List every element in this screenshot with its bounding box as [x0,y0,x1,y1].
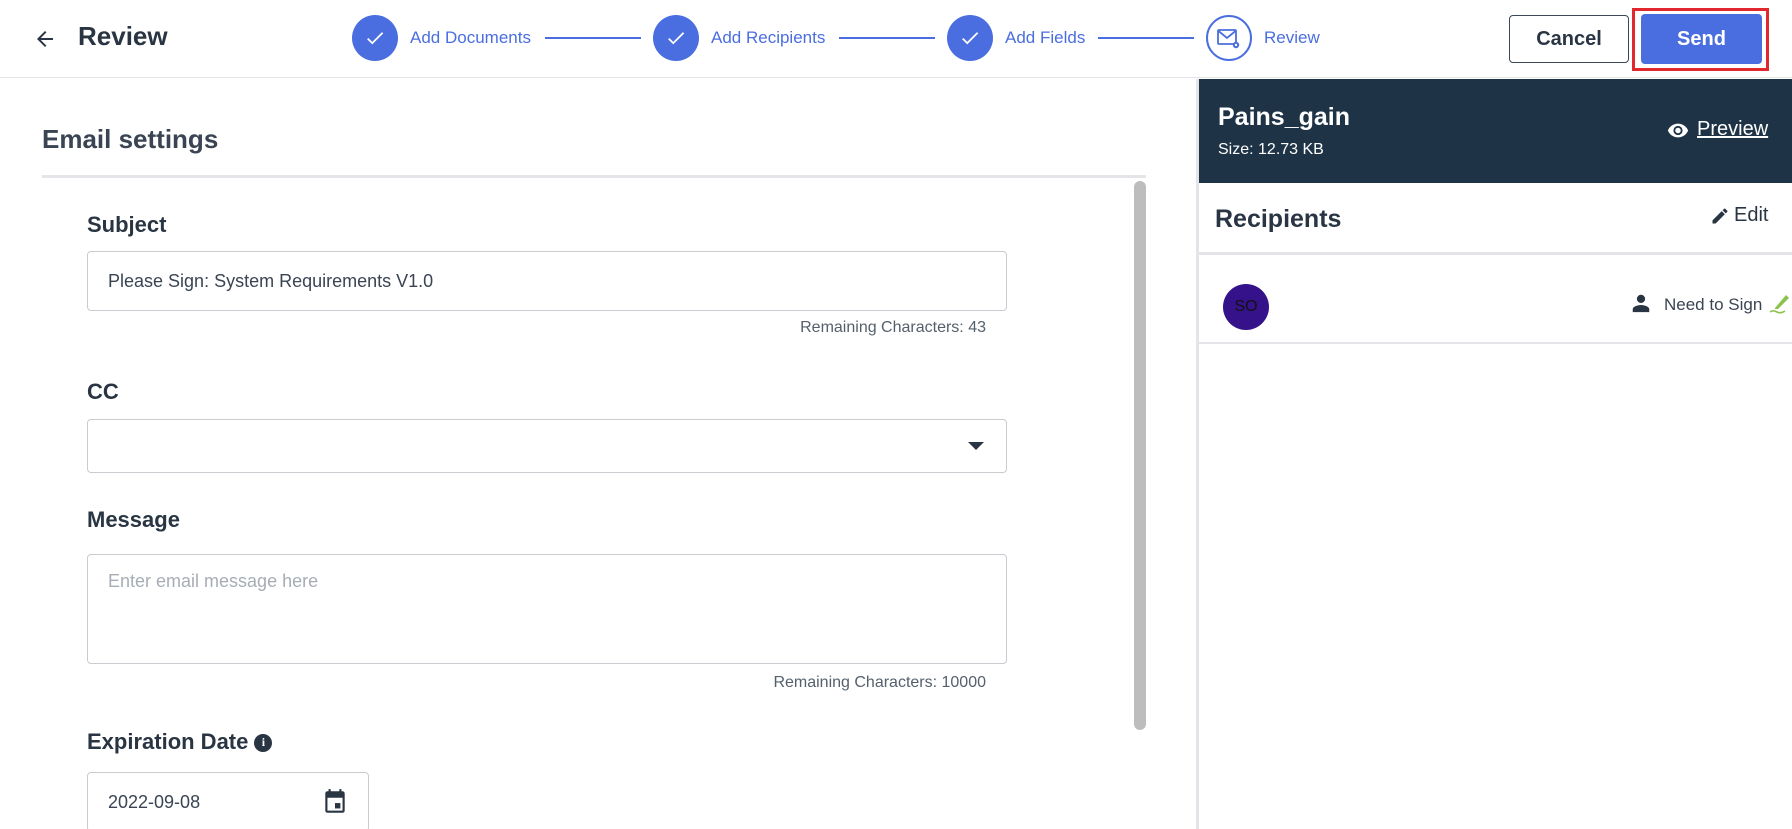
recipients-title: Recipients [1215,205,1342,233]
document-size: Size: 12.73 KB [1218,141,1324,158]
expiration-date-value: 2022-09-08 [108,791,201,812]
step-add-recipients[interactable]: Add Recipients [653,15,825,61]
message-label: Message [87,507,180,532]
preview-label: Preview [1697,118,1769,140]
divider [1199,252,1792,255]
cc-select[interactable] [87,419,1007,473]
check-icon [352,15,398,61]
step-label: Add Documents [410,28,531,47]
arrow-left-icon [37,31,53,47]
message-remaining-chars: Remaining Characters: 10000 [773,674,986,691]
check-icon [947,15,993,61]
pencil-icon [1712,207,1728,223]
step-review[interactable]: Review [1206,15,1320,61]
expiration-label: Expiration Date i [87,729,273,755]
expiration-date-input[interactable]: 2022-09-08 [87,772,369,829]
edit-recipients-button[interactable]: Edit [1710,204,1768,227]
preview-link[interactable]: Preview [1667,118,1768,141]
step-add-documents[interactable]: Add Documents [352,15,531,61]
signature-pen-icon [1769,295,1789,314]
step-add-fields[interactable]: Add Fields [947,15,1085,61]
subject-label: Subject [87,212,167,237]
page-title: Review [78,21,168,51]
cc-label: CC [87,379,119,404]
email-settings-title: Email settings [42,124,219,154]
subject-remaining-chars: Remaining Characters: 43 [800,319,986,336]
info-icon[interactable]: i [254,733,273,752]
document-header: Pains_gain Size: 12.73 KB Preview [1199,79,1792,183]
person-icon [1632,294,1650,313]
avatar: SO [1223,284,1269,330]
scrollbar[interactable] [1134,181,1146,730]
expiration-label-text: Expiration Date [87,729,249,754]
stepper-connector [1098,37,1194,39]
check-icon [653,15,699,61]
subject-input[interactable] [87,251,1007,311]
caret-down-icon [968,442,984,450]
mail-settings-icon [1206,15,1252,61]
eye-icon [1667,123,1689,137]
edit-label: Edit [1734,204,1769,226]
calendar-icon[interactable] [322,788,348,816]
stepper-connector [545,37,641,39]
stepper-connector [839,37,935,39]
step-label: Add Recipients [711,28,826,47]
recipient-role: Need to Sign [1664,295,1763,314]
panel-divider [1196,79,1199,829]
send-button[interactable]: Send [1641,14,1762,64]
step-label: Review [1264,28,1320,47]
document-name: Pains_gain [1218,103,1350,131]
cancel-button[interactable]: Cancel [1509,15,1629,63]
recipient-row[interactable]: SO Need to Sign [1199,256,1792,344]
back-button[interactable] [30,24,60,54]
top-bar: Review Add Documents Add Recipients Add … [0,0,1792,78]
step-label: Add Fields [1005,28,1086,47]
divider [42,175,1146,178]
message-textarea[interactable] [87,554,1007,664]
